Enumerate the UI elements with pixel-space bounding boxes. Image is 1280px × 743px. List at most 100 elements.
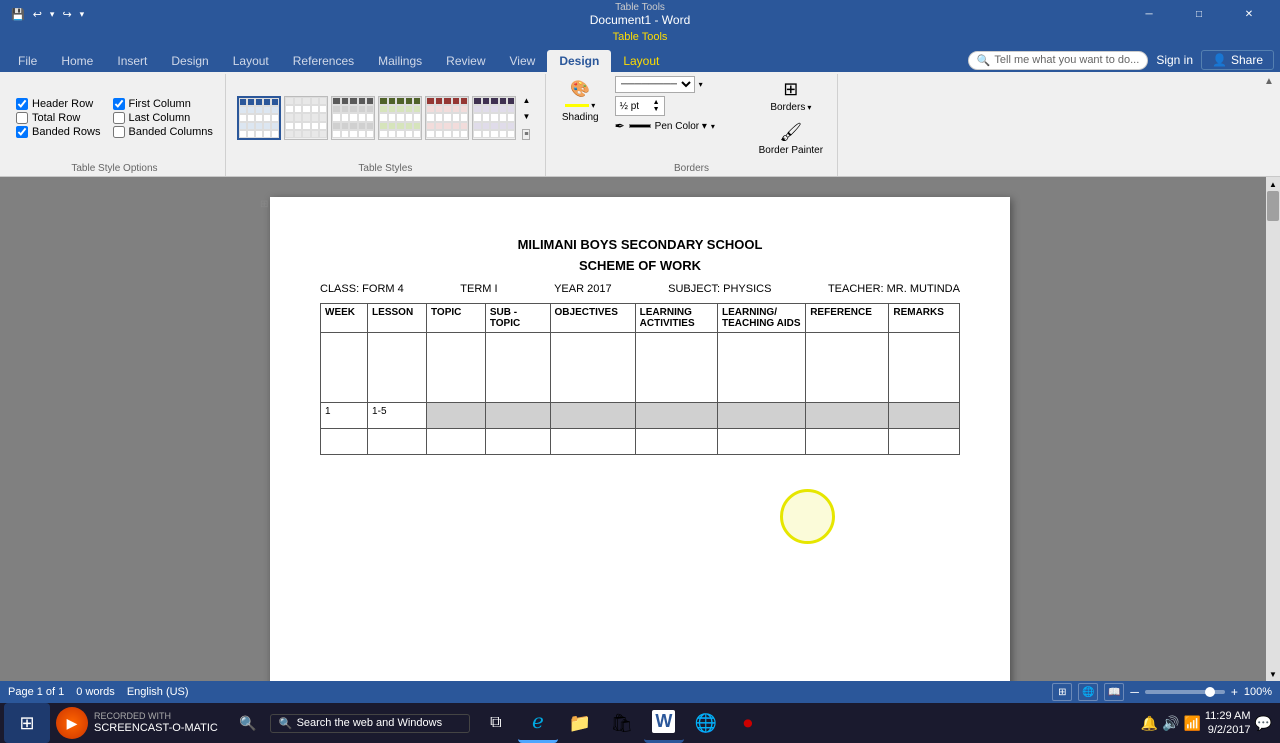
td-remarks-empty[interactable] [889, 333, 960, 403]
td-topic-empty[interactable] [427, 333, 486, 403]
td-ref-empty[interactable] [806, 333, 889, 403]
shading-button[interactable]: 🎨 ▾ Shading [554, 76, 607, 126]
pt-down-arrow[interactable]: ▼ [653, 106, 660, 113]
table-style-swatch-3[interactable] [331, 96, 375, 140]
table-row[interactable]: 1 1-5 [321, 403, 960, 429]
taskbar-task-view[interactable]: ⧉ [476, 703, 516, 743]
td-week-empty[interactable] [321, 333, 368, 403]
tab-view[interactable]: View [498, 50, 548, 72]
close-button[interactable]: ✕ [1226, 0, 1272, 28]
tab-layout-page[interactable]: Layout [221, 50, 281, 72]
th-topic[interactable]: TOPIC [427, 304, 486, 333]
table-style-swatch-2[interactable] [284, 96, 328, 140]
border-painter-button[interactable]: 🖌 Border Painter [753, 119, 829, 159]
taskbar-search[interactable]: 🔍 [228, 703, 268, 743]
banded-columns-checkbox-row[interactable]: Banded Columns [113, 126, 213, 138]
first-column-checkbox-row[interactable]: First Column [113, 98, 213, 110]
td-aids-3[interactable] [717, 429, 805, 455]
taskbar-word[interactable]: W [644, 703, 684, 743]
zoom-in-btn[interactable]: + [1231, 685, 1238, 699]
td-activities-empty[interactable] [635, 333, 717, 403]
header-row-checkbox[interactable] [16, 98, 28, 110]
td-lesson-empty[interactable] [368, 333, 427, 403]
td-remarks-1[interactable] [889, 403, 960, 429]
tab-layout-tt[interactable]: Layout [611, 50, 671, 72]
table-style-swatch-5[interactable] [425, 96, 469, 140]
th-subtopic[interactable]: SUB -TOPIC [485, 304, 550, 333]
save-qat-button[interactable]: 💾 [8, 6, 28, 23]
taskbar-edge[interactable]: ℯ [518, 703, 558, 743]
zoom-slider[interactable] [1145, 690, 1225, 694]
table-styles-dropdown[interactable]: ▲ ▼ ≡ [519, 94, 533, 142]
first-column-checkbox[interactable] [113, 98, 125, 110]
maximize-button[interactable]: □ [1176, 0, 1222, 28]
borders-dropdown[interactable]: ▾ [807, 103, 811, 112]
td-subtopic-3[interactable] [485, 429, 550, 455]
taskbar-notification-icon[interactable]: 🔔 [1141, 715, 1158, 732]
taskbar-search-box[interactable]: 🔍 Search the web and Windows [270, 714, 470, 733]
td-topic-3[interactable] [427, 429, 486, 455]
pen-color-dropdown[interactable]: ▾ [711, 122, 715, 131]
print-layout-view-btn[interactable]: ⊞ [1052, 683, 1072, 701]
add-table-icon[interactable]: ⊞ [260, 199, 268, 210]
shading-dropdown-arrow[interactable]: ▾ [591, 101, 595, 110]
last-column-checkbox-row[interactable]: Last Column [113, 112, 213, 124]
table-style-swatch-1[interactable] [237, 96, 281, 140]
td-remarks-3[interactable] [889, 429, 960, 455]
th-week[interactable]: WEEK [321, 304, 368, 333]
border-style-dropdown-arrow[interactable]: ▾ [699, 80, 703, 89]
tab-design-tt[interactable]: Design [547, 50, 611, 72]
th-objectives[interactable]: OBJECTIVES [550, 304, 635, 333]
td-ref-1[interactable] [806, 403, 889, 429]
td-subtopic-1[interactable] [485, 403, 550, 429]
td-week-3[interactable] [321, 429, 368, 455]
tab-design[interactable]: Design [159, 50, 220, 72]
redo-qat-button[interactable]: ↪ [59, 6, 74, 23]
taskbar-network-icon[interactable]: 📶 [1183, 715, 1200, 732]
td-subtopic-empty[interactable] [485, 333, 550, 403]
share-button[interactable]: 👤 Share [1201, 50, 1274, 70]
total-row-checkbox[interactable] [16, 112, 28, 124]
tab-insert[interactable]: Insert [105, 50, 159, 72]
banded-columns-checkbox[interactable] [113, 126, 125, 138]
td-aids-empty[interactable] [717, 333, 805, 403]
taskbar-action-center[interactable]: 💬 [1255, 715, 1272, 732]
border-line-style-select[interactable]: ──────── [615, 76, 695, 93]
scroll-up-arrow[interactable]: ▲ [1266, 177, 1280, 191]
tab-references[interactable]: References [281, 50, 366, 72]
th-remarks[interactable]: REMARKS [889, 304, 960, 333]
td-objectives-1[interactable] [550, 403, 635, 429]
last-column-checkbox[interactable] [113, 112, 125, 124]
taskbar-media[interactable]: ⏺ [728, 703, 768, 743]
borders-button[interactable]: ⊞ Borders ▾ [764, 76, 817, 116]
taskbar-volume-icon[interactable]: 🔊 [1162, 715, 1179, 732]
tell-me-input[interactable]: 🔍 Tell me what you want to do... [968, 51, 1149, 70]
start-button[interactable]: ⊞ [4, 703, 50, 743]
td-activities-3[interactable] [635, 429, 717, 455]
read-mode-btn[interactable]: 📖 [1104, 683, 1124, 701]
zoom-thumb[interactable] [1205, 687, 1215, 697]
th-reference[interactable]: REFERENCE [806, 304, 889, 333]
zoom-out-btn[interactable]: ─ [1130, 685, 1139, 699]
minimize-button[interactable]: ─ [1126, 0, 1172, 28]
banded-rows-checkbox[interactable] [16, 126, 28, 138]
td-objectives-3[interactable] [550, 429, 635, 455]
web-layout-view-btn[interactable]: 🌐 [1078, 683, 1098, 701]
scroll-thumb[interactable] [1267, 191, 1279, 221]
td-lesson-3[interactable] [368, 429, 427, 455]
tab-review[interactable]: Review [434, 50, 497, 72]
td-ref-3[interactable] [806, 429, 889, 455]
table-row[interactable] [321, 429, 960, 455]
pt-input[interactable]: ½ pt ▲ ▼ [615, 96, 665, 116]
tab-file[interactable]: File [6, 50, 49, 72]
tab-home[interactable]: Home [49, 50, 105, 72]
total-row-checkbox-row[interactable]: Total Row [16, 112, 101, 124]
td-week-1[interactable]: 1 [321, 403, 368, 429]
td-activities-1[interactable] [635, 403, 717, 429]
vertical-scrollbar[interactable]: ▲ ▼ [1266, 177, 1280, 681]
td-topic-1[interactable] [427, 403, 486, 429]
taskbar-store[interactable]: 🛍 [602, 703, 642, 743]
table-style-swatch-6[interactable] [472, 96, 516, 140]
taskbar-explorer[interactable]: 📁 [560, 703, 600, 743]
header-row-checkbox-row[interactable]: Header Row [16, 98, 101, 110]
